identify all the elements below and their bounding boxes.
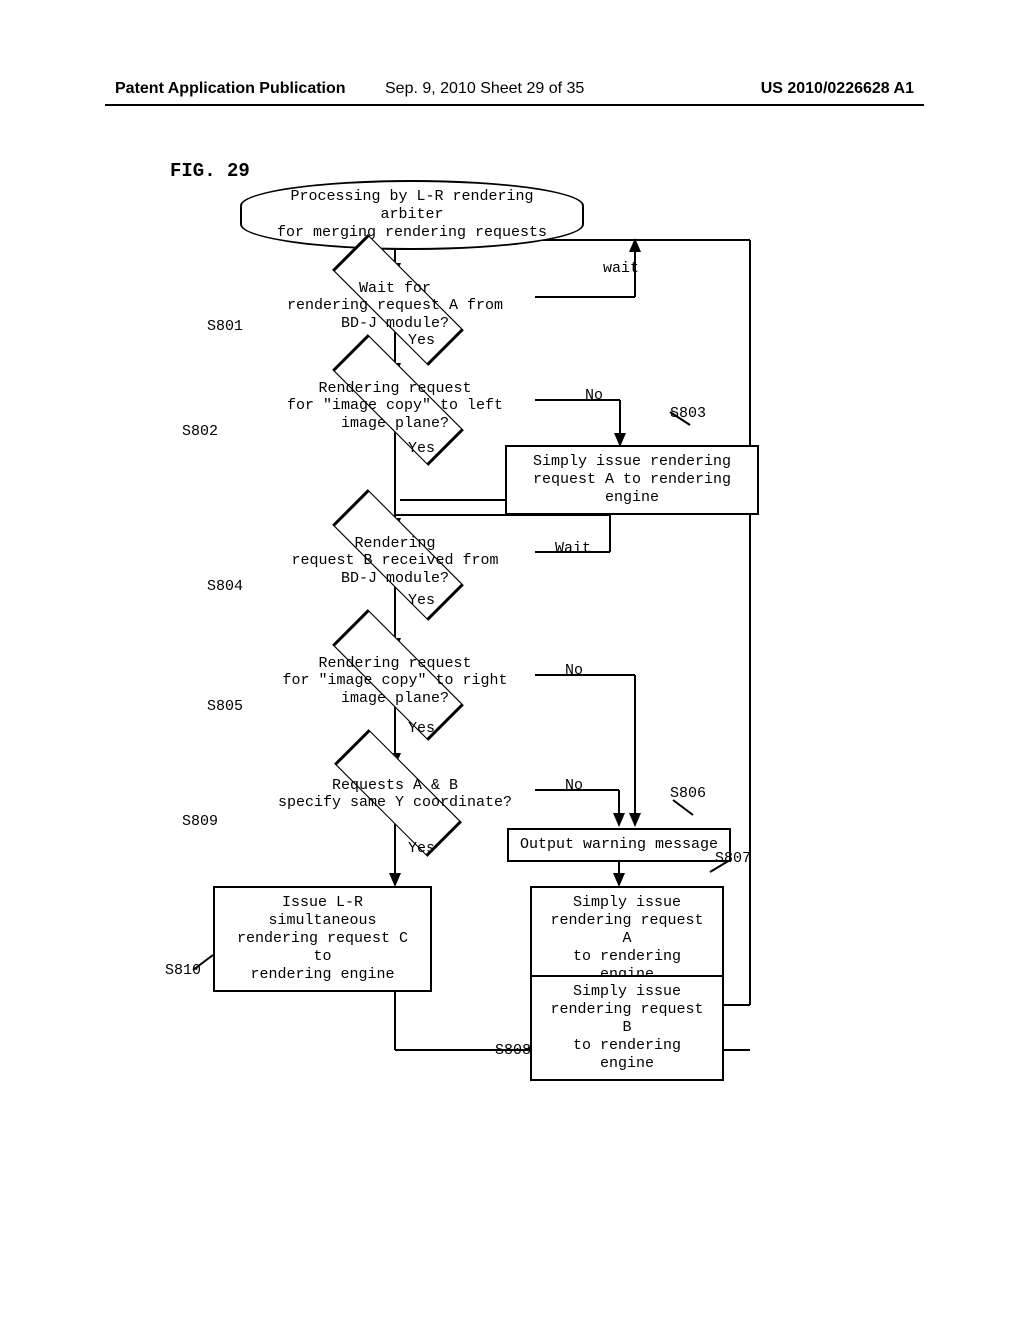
decision-s804 bbox=[332, 489, 464, 621]
header-rule bbox=[105, 104, 924, 106]
yes-s809: Yes bbox=[408, 840, 435, 857]
no-s805: No bbox=[565, 662, 583, 679]
start-node: Processing by L-R rendering arbiter for … bbox=[240, 180, 584, 250]
step-s809: S809 bbox=[182, 813, 218, 830]
header-left-text: Patent Application Publication bbox=[115, 80, 346, 98]
step-s806: S806 bbox=[670, 785, 706, 802]
no-s802: No bbox=[585, 387, 603, 404]
step-s810: S810 bbox=[165, 962, 201, 979]
yes-s804: Yes bbox=[408, 592, 435, 609]
figure-label: FIG. 29 bbox=[170, 160, 250, 182]
wait-label-1: wait bbox=[603, 260, 639, 277]
step-s801: S801 bbox=[207, 318, 243, 335]
yes-s801: Yes bbox=[408, 332, 435, 349]
decision-s802 bbox=[332, 334, 464, 466]
start-text-1: Processing by L-R rendering arbiter bbox=[290, 188, 533, 223]
yes-s805: Yes bbox=[408, 720, 435, 737]
no-s809: No bbox=[565, 777, 583, 794]
process-s808: Simply issue rendering request B to rend… bbox=[530, 975, 724, 1081]
step-s803: S803 bbox=[670, 405, 706, 422]
step-s804: S804 bbox=[207, 578, 243, 595]
start-text-2: for merging rendering requests bbox=[277, 224, 547, 241]
header-center-text: Sep. 9, 2010 Sheet 29 of 35 bbox=[385, 80, 584, 98]
process-s806: Output warning message bbox=[507, 828, 731, 862]
wait-label-2: Wait bbox=[555, 540, 591, 557]
header-right-text: US 2010/0226628 A1 bbox=[761, 80, 914, 98]
decision-s805 bbox=[332, 609, 464, 741]
step-s807: S807 bbox=[715, 850, 751, 867]
step-s808: S808 bbox=[495, 1042, 531, 1059]
decision-s801 bbox=[332, 234, 464, 366]
decision-s809 bbox=[334, 729, 462, 857]
step-s805: S805 bbox=[207, 698, 243, 715]
process-s803: Simply issue rendering request A to rend… bbox=[505, 445, 759, 515]
yes-s802: Yes bbox=[408, 440, 435, 457]
page: Patent Application Publication Sep. 9, 2… bbox=[0, 0, 1024, 1320]
step-s802: S802 bbox=[182, 423, 218, 440]
process-s810: Issue L-R simultaneous rendering request… bbox=[213, 886, 432, 992]
